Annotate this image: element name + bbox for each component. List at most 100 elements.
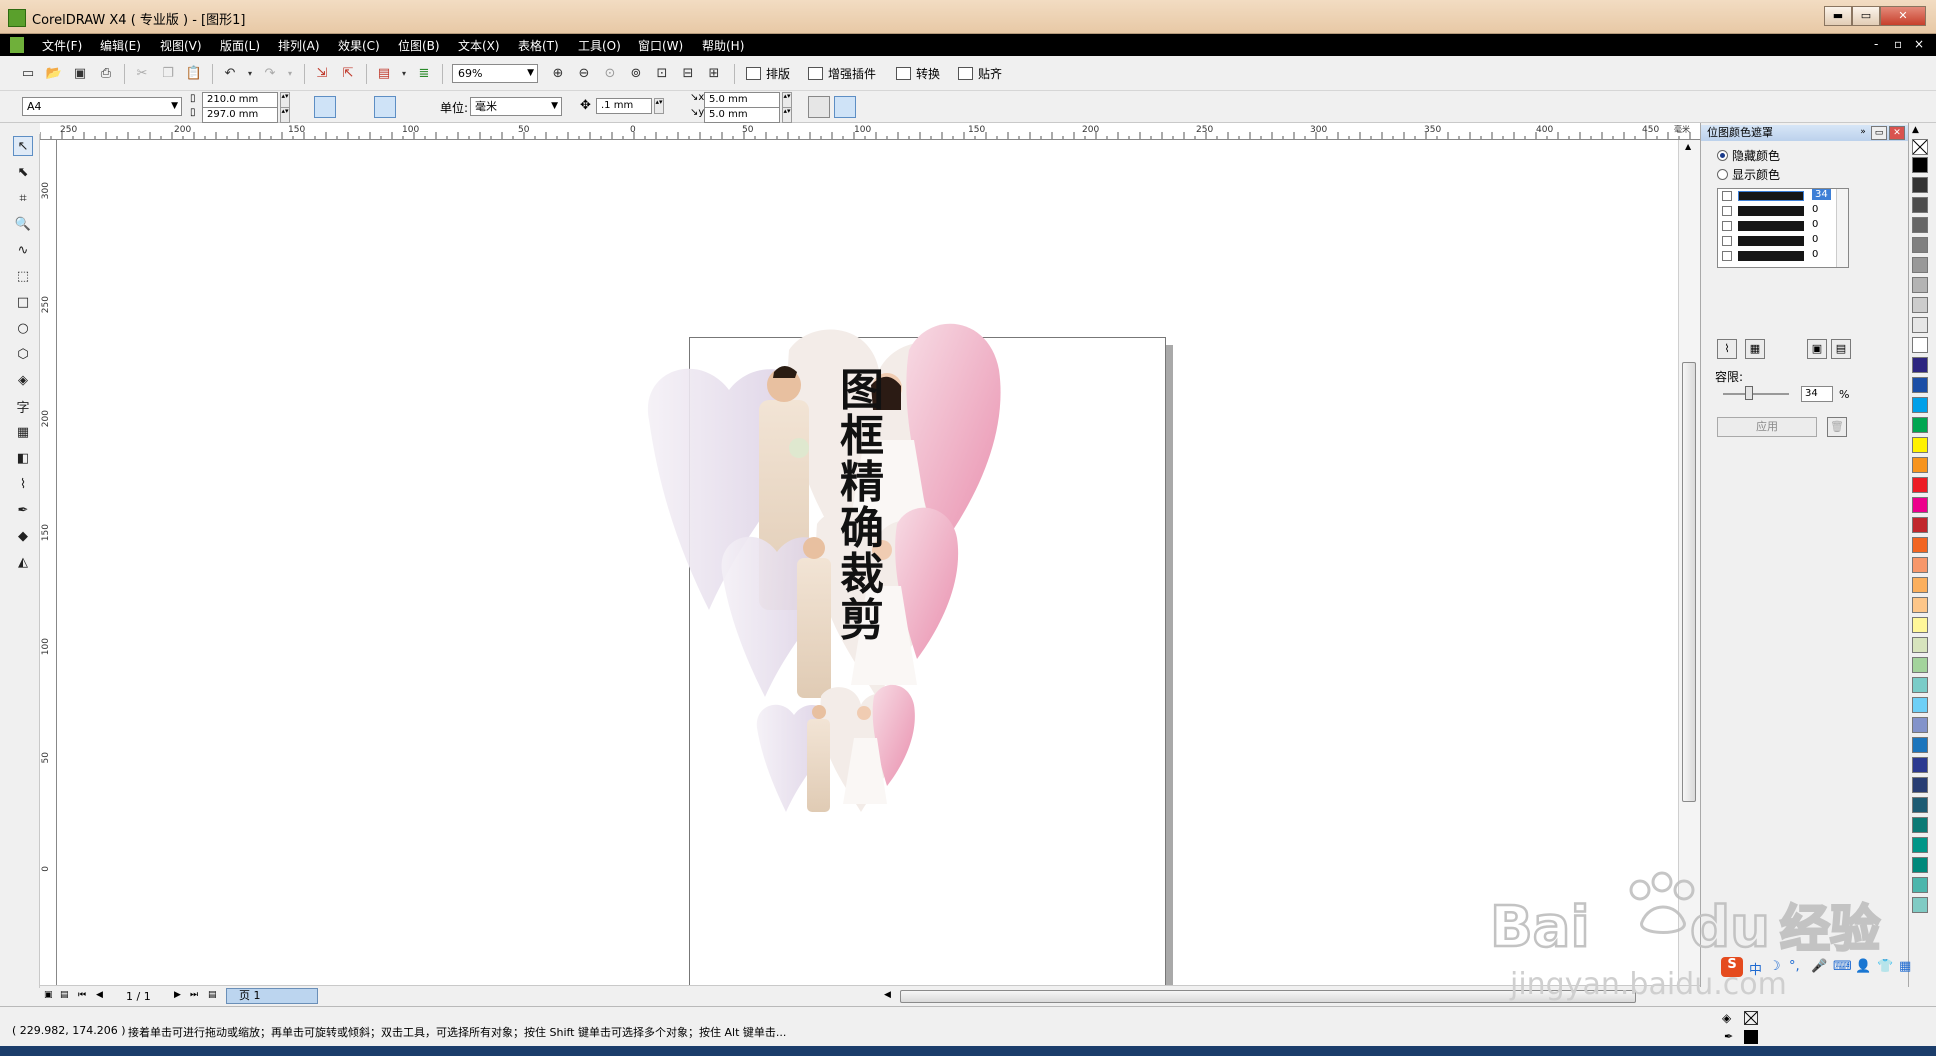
edit-color-icon[interactable]: ▦: [1745, 339, 1765, 359]
eyedropper-tool-icon[interactable]: ⌇: [13, 474, 33, 494]
polygon-tool-icon[interactable]: ⬡: [13, 344, 33, 364]
doc-close-button[interactable]: ×: [1914, 37, 1924, 51]
zoom-page-height-icon[interactable]: ⊞: [704, 63, 724, 83]
palette-swatch[interactable]: [1912, 497, 1928, 513]
horizontal-scroll-thumb[interactable]: [900, 990, 1636, 1003]
pick-tool-icon[interactable]: ↖: [13, 136, 33, 156]
checkbox[interactable]: [1722, 191, 1732, 201]
basic-shapes-tool-icon[interactable]: ◈: [13, 370, 33, 390]
checkbox[interactable]: [1722, 221, 1732, 231]
print-icon[interactable]: ⎙: [96, 63, 116, 83]
docker-close-button[interactable]: ✕: [1889, 126, 1905, 140]
list-item[interactable]: 0: [1720, 249, 1830, 263]
doc-restore-button[interactable]: ▫: [1894, 37, 1902, 51]
outline-tool-icon[interactable]: ✒: [13, 500, 33, 520]
palette-swatch[interactable]: [1912, 197, 1928, 213]
application-launcher-icon[interactable]: ▤: [374, 63, 394, 83]
palette-swatch[interactable]: [1912, 877, 1928, 893]
palette-swatch[interactable]: [1912, 417, 1928, 433]
punctuation-icon[interactable]: ☽: [1769, 959, 1781, 974]
sogou-icon[interactable]: S: [1721, 957, 1743, 977]
paper-width-field[interactable]: 210.0 mm: [202, 92, 278, 108]
grid-icon[interactable]: ▦: [1899, 959, 1911, 974]
save-mask-icon[interactable]: ▣: [1807, 339, 1827, 359]
scroll-left-icon[interactable]: ◀: [884, 990, 891, 1000]
zoom-all-objects-icon[interactable]: ⊚: [626, 63, 646, 83]
open-mask-icon[interactable]: ▤: [1831, 339, 1851, 359]
treat-as-filled-button[interactable]: [808, 96, 830, 118]
shape-tool-icon[interactable]: ⬉: [13, 162, 33, 182]
palette-swatch[interactable]: [1912, 557, 1928, 573]
outline-indicator-icon[interactable]: ✒: [1724, 1030, 1733, 1043]
freehand-tool-icon[interactable]: ∿: [13, 240, 33, 260]
palette-swatch[interactable]: [1912, 797, 1928, 813]
ime-mode-label[interactable]: 中: [1749, 959, 1762, 978]
current-page-button[interactable]: [400, 96, 422, 118]
zoom-level-select[interactable]: 69% ▼: [452, 64, 538, 83]
palette-swatch[interactable]: [1912, 837, 1928, 853]
menu-layout[interactable]: 版面(L): [220, 37, 260, 54]
landscape-button[interactable]: [340, 96, 362, 118]
export-icon[interactable]: ⇱: [338, 63, 358, 83]
palette-swatch[interactable]: [1912, 657, 1928, 673]
palette-swatch[interactable]: [1912, 457, 1928, 473]
checkbox[interactable]: [1722, 206, 1732, 216]
save-icon[interactable]: ▣: [70, 63, 90, 83]
fill-none-swatch[interactable]: [1744, 1011, 1758, 1025]
redo-dropdown-icon[interactable]: ▾: [280, 63, 300, 83]
portrait-button[interactable]: [314, 96, 336, 118]
zoom-in-icon[interactable]: ⊕: [548, 63, 568, 83]
undo-icon[interactable]: ↶: [220, 63, 240, 83]
palette-swatch[interactable]: [1912, 617, 1928, 633]
maximize-button[interactable]: ▭: [1852, 6, 1880, 26]
menu-table[interactable]: 表格(T): [518, 37, 559, 54]
draw-objects-button[interactable]: [834, 96, 856, 118]
zoom-tool-icon[interactable]: 🔍: [13, 214, 33, 234]
palette-swatch[interactable]: [1912, 477, 1928, 493]
zoom-to-page-icon[interactable]: ⊡: [652, 63, 672, 83]
convert-button[interactable]: 转换: [894, 64, 940, 84]
list-item[interactable]: 0: [1720, 204, 1830, 218]
paper-height-field[interactable]: 297.0 mm: [202, 107, 278, 123]
menu-edit[interactable]: 编辑(E): [100, 37, 141, 54]
palette-swatch[interactable]: [1912, 897, 1928, 913]
document-icon[interactable]: [10, 37, 24, 53]
ellipse-tool-icon[interactable]: ○: [13, 318, 33, 338]
vertical-ruler[interactable]: 300 250 200 150 100 50 0: [40, 140, 57, 987]
welcome-screen-icon[interactable]: ≣: [414, 63, 434, 83]
palette-swatch[interactable]: [1912, 777, 1928, 793]
show-color-option[interactable]: 显示颜色: [1717, 166, 1780, 183]
list-item[interactable]: 34: [1720, 189, 1831, 203]
tolerance-slider-track[interactable]: [1723, 393, 1789, 395]
apply-button[interactable]: 应用: [1717, 417, 1817, 437]
undo-dropdown-icon[interactable]: ▾: [240, 63, 260, 83]
palette-swatch[interactable]: [1912, 297, 1928, 313]
menu-tools[interactable]: 工具(O): [578, 37, 621, 54]
text-tool-icon[interactable]: 字: [13, 396, 33, 416]
minimize-button[interactable]: ▬: [1824, 6, 1852, 26]
page-tab[interactable]: 页 1: [226, 988, 318, 1004]
palette-swatch[interactable]: [1912, 257, 1928, 273]
palette-swatch[interactable]: [1912, 337, 1928, 353]
menu-arrange[interactable]: 排列(A): [278, 37, 320, 54]
next-page-icon[interactable]: ▶: [174, 990, 181, 1000]
page-settings-icon[interactable]: ▣: [44, 990, 53, 1000]
copy-icon[interactable]: ❐: [158, 63, 178, 83]
expand-icon[interactable]: »: [1855, 126, 1871, 140]
layout-plugin-button[interactable]: 排版: [744, 64, 790, 84]
comma-icon[interactable]: °,: [1789, 959, 1800, 974]
palette-swatch[interactable]: [1912, 317, 1928, 333]
doc-minimize-button[interactable]: -: [1874, 37, 1878, 51]
rectangle-tool-icon[interactable]: □: [13, 292, 33, 312]
palette-swatch[interactable]: [1912, 597, 1928, 613]
menu-text[interactable]: 文本(X): [458, 37, 500, 54]
shirt-icon[interactable]: 👕: [1877, 959, 1893, 974]
menu-window[interactable]: 窗口(W): [638, 37, 683, 54]
palette-swatch[interactable]: [1912, 637, 1928, 653]
palette-swatch[interactable]: [1912, 437, 1928, 453]
snap-button[interactable]: 贴齐: [956, 64, 1002, 84]
duplicate-y-stepper[interactable]: ▴▾: [782, 107, 792, 123]
palette-swatch[interactable]: [1912, 577, 1928, 593]
mask-color-list[interactable]: 34 0 0 0 0: [1717, 188, 1849, 268]
zoom-page-width-icon[interactable]: ⊟: [678, 63, 698, 83]
